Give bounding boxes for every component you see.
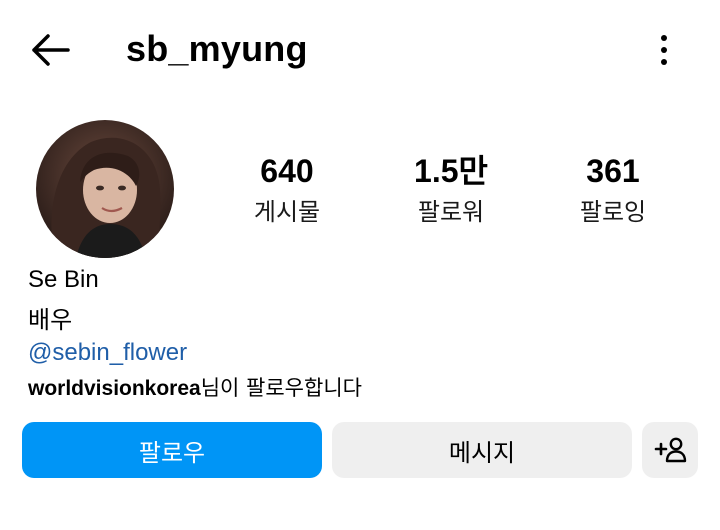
stat-followers-label: 팔로워 <box>417 198 485 226</box>
suggest-users-button[interactable] <box>642 422 698 478</box>
stat-following[interactable]: 361 팔로잉 <box>533 152 693 228</box>
more-vertical-icon[interactable] <box>650 30 678 70</box>
stat-following-label: 팔로잉 <box>579 198 647 226</box>
message-button[interactable]: 메시지 <box>332 422 632 478</box>
profile-link[interactable]: @sebin_flower <box>28 339 187 367</box>
avatar[interactable] <box>36 120 174 258</box>
followed-by-account[interactable]: worldvisionkorea <box>28 377 201 400</box>
stat-posts-value: 640 <box>260 153 314 189</box>
follow-button[interactable]: 팔로우 <box>22 422 322 478</box>
profile-bio: 배우 <box>28 306 73 334</box>
stat-followers-value: 1.5만 <box>414 153 488 189</box>
stat-posts-label: 게시물 <box>253 198 321 226</box>
stat-following-value: 361 <box>586 153 640 189</box>
followed-by-text[interactable]: worldvisionkorea님이 팔로우합니다 <box>28 372 362 402</box>
stat-posts[interactable]: 640 게시물 <box>207 152 367 228</box>
back-arrow-icon[interactable] <box>28 30 72 70</box>
followed-by-suffix: 님이 팔로우합니다 <box>200 376 362 400</box>
top-bar: sb_myung <box>0 0 720 100</box>
profile-name: Se Bin <box>28 266 99 293</box>
profile-username: sb_myung <box>126 28 308 69</box>
add-user-icon <box>654 437 687 463</box>
stat-followers[interactable]: 1.5만 팔로워 <box>371 152 531 228</box>
